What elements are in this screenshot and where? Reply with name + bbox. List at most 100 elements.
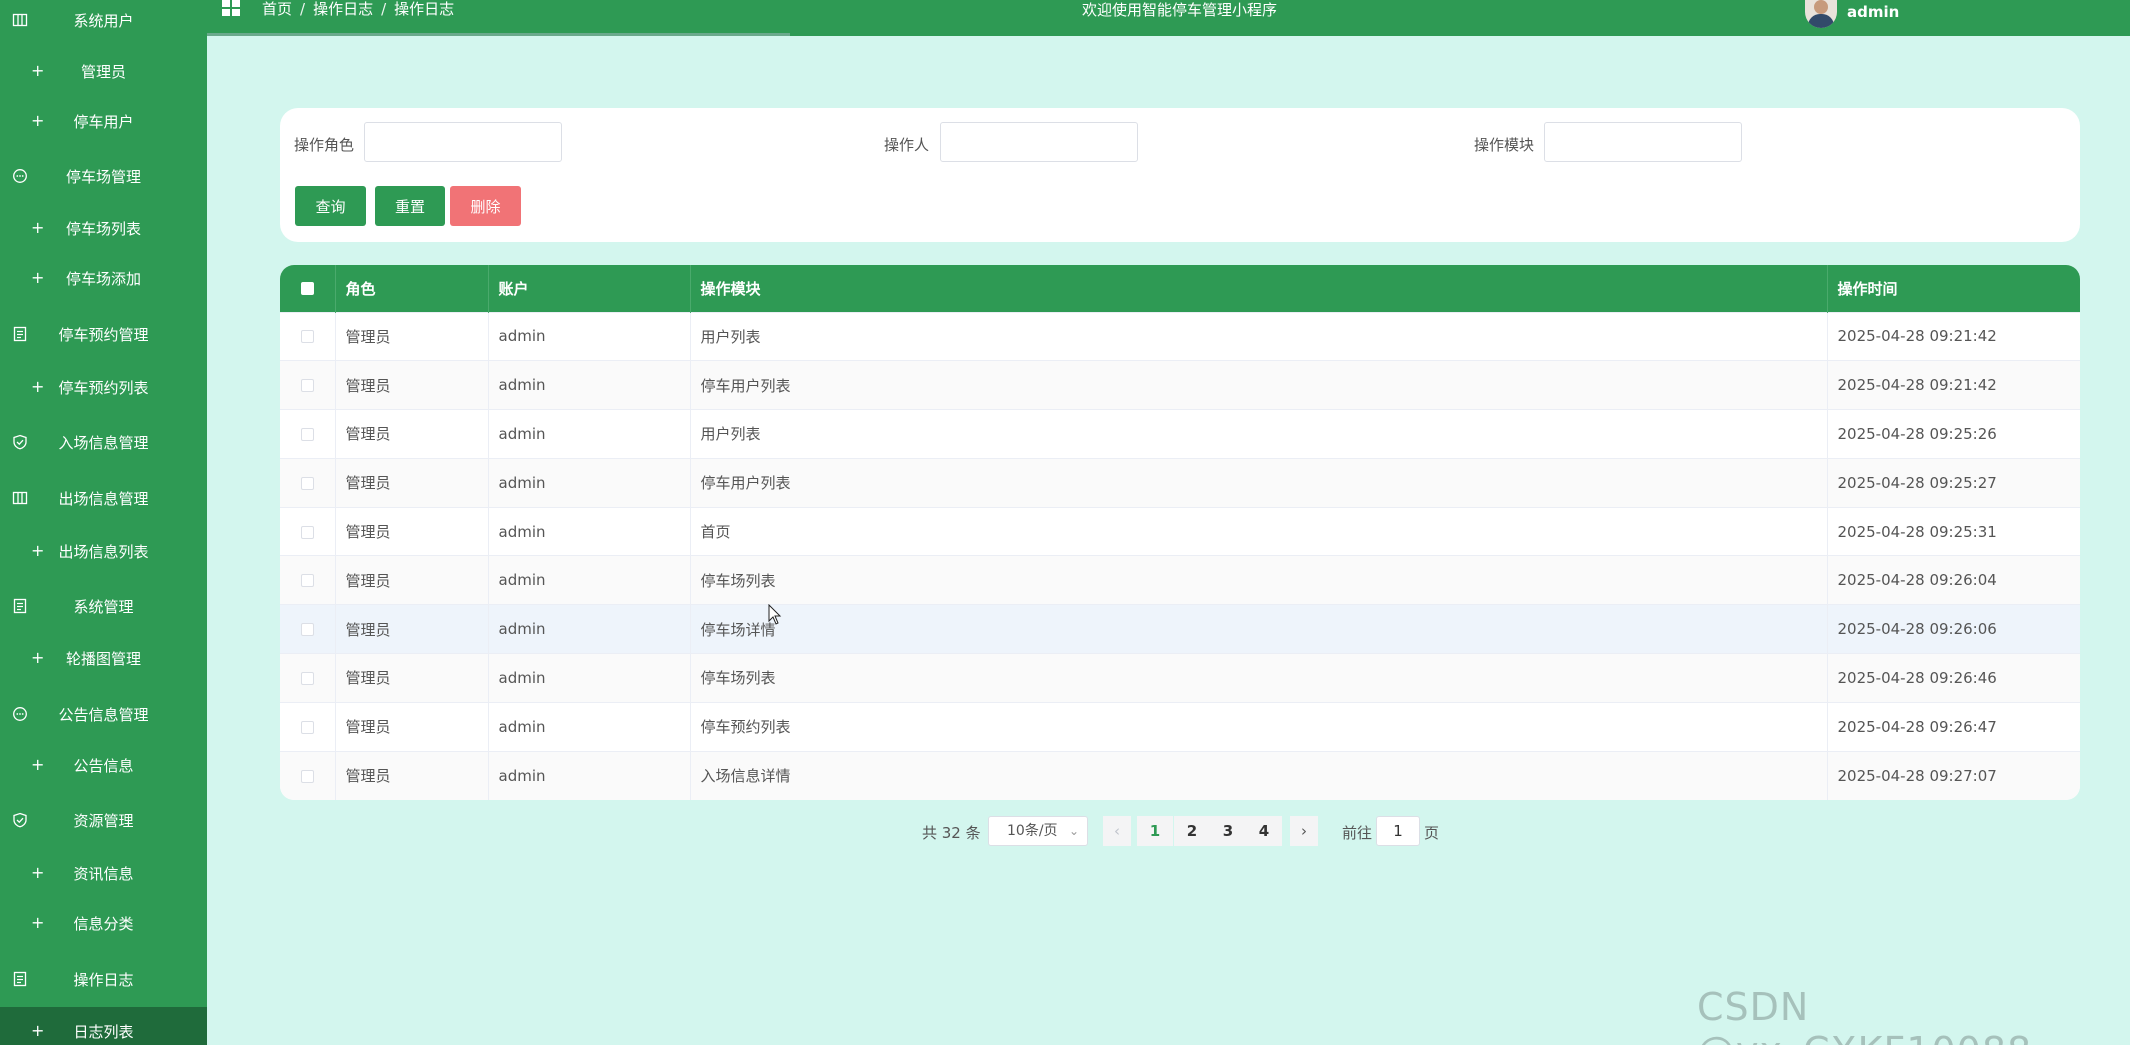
table-row[interactable]: 管理员 admin 停车预约列表 2025-04-28 09:26:47: [280, 701, 2080, 752]
delete-button[interactable]: 删除: [450, 186, 521, 226]
prev-page-button[interactable]: ‹: [1103, 816, 1131, 846]
sidebar-item[interactable]: + 停车场添加: [0, 254, 207, 302]
row-checkbox[interactable]: [300, 720, 314, 734]
time-cell: 2025-04-28 09:26:47: [1827, 701, 2080, 752]
row-select-cell: [280, 506, 336, 556]
account-cell: admin: [488, 750, 691, 800]
breadcrumb-log[interactable]: 操作日志: [313, 0, 373, 18]
sidebar-item[interactable]: 停车场管理: [0, 152, 207, 200]
pagination: 共 32 条 10条/页 ⌄ ‹ 1 2 3 4 › 前往 1 页: [0, 816, 2130, 846]
table-row[interactable]: 管理员 admin 停车用户列表 2025-04-28 09:21:42: [280, 360, 2080, 410]
topbar: 首页 / 操作日志 / 操作日志 欢迎使用智能停车管理小程序 admin: [207, 0, 2130, 36]
column-header-module[interactable]: 操作模块: [690, 265, 1828, 312]
reset-button[interactable]: 重置: [375, 186, 445, 226]
table-row[interactable]: 管理员 admin 入场信息详情 2025-04-28 09:27:07: [280, 750, 2080, 800]
role-cell: 管理员: [335, 311, 489, 361]
page-button-2[interactable]: 2: [1174, 816, 1210, 846]
sidebar-item-label: 日志列表: [73, 1022, 134, 1041]
sidebar-item-label: 出场信息列表: [58, 542, 149, 561]
time-cell: 2025-04-28 09:21:42: [1827, 311, 2080, 361]
sidebar-item-label: 停车场添加: [65, 269, 141, 288]
sidebar-item-label: 停车场列表: [65, 219, 141, 238]
tab-indicator: [207, 33, 790, 36]
table-row[interactable]: 管理员 admin 停车场列表 2025-04-28 09:26:46: [280, 653, 2080, 703]
role-input[interactable]: [364, 122, 562, 162]
column-header-account[interactable]: 账户: [488, 265, 691, 312]
time-cell: 2025-04-28 09:27:07: [1827, 750, 2080, 800]
sidebar-item-label: 入场信息管理: [58, 433, 149, 452]
row-checkbox[interactable]: [300, 623, 314, 637]
avatar-head: [1814, 0, 1828, 14]
sidebar-item[interactable]: + 日志列表: [0, 1007, 207, 1045]
sidebar-item[interactable]: + 出场信息列表: [0, 527, 207, 575]
goto-page-input[interactable]: 1: [1376, 816, 1420, 846]
sidebar-item[interactable]: + 信息分类: [0, 899, 207, 947]
page-button-3[interactable]: 3: [1210, 816, 1246, 846]
account-cell: admin: [488, 409, 691, 459]
row-select-cell: [280, 653, 336, 703]
role-cell: 管理员: [335, 409, 489, 459]
column-header-role[interactable]: 角色: [335, 265, 489, 312]
row-checkbox[interactable]: [300, 379, 314, 393]
watermark: CSDN @vx_CXKF10088: [1697, 985, 2031, 1045]
role-cell: 管理员: [335, 701, 489, 752]
row-checkbox[interactable]: [300, 574, 314, 588]
grid-menu-icon[interactable]: [221, 0, 241, 18]
username[interactable]: admin: [1847, 3, 1899, 21]
module-input[interactable]: [1544, 122, 1742, 162]
module-cell: 停车用户列表: [690, 457, 1828, 508]
time-cell: 2025-04-28 09:25:27: [1827, 457, 2080, 508]
operator-input[interactable]: [940, 122, 1138, 162]
row-select-cell: [280, 409, 336, 459]
sidebar-item[interactable]: 公告信息管理: [0, 690, 207, 738]
column-header-time[interactable]: 操作时间: [1827, 265, 2080, 312]
query-button[interactable]: 查询: [295, 186, 366, 226]
role-label: 操作角色: [294, 136, 355, 154]
table-row[interactable]: 管理员 admin 停车用户列表 2025-04-28 09:25:27: [280, 457, 2080, 508]
table-row[interactable]: 管理员 admin 用户列表 2025-04-28 09:21:42: [280, 311, 2080, 361]
welcome-text: 欢迎使用智能停车管理小程序: [1082, 1, 1278, 19]
account-cell: admin: [488, 604, 691, 654]
next-page-button[interactable]: ›: [1290, 816, 1318, 846]
sidebar-item[interactable]: + 管理员: [0, 47, 207, 95]
breadcrumb-home[interactable]: 首页: [262, 0, 292, 18]
row-select-cell: [280, 311, 336, 361]
sidebar-item-label: 停车场管理: [65, 167, 141, 186]
sidebar-item[interactable]: 系统用户: [0, 0, 207, 44]
role-cell: 管理员: [335, 506, 489, 556]
table-row[interactable]: 管理员 admin 停车场列表 2025-04-28 09:26:04: [280, 555, 2080, 605]
select-all-checkbox[interactable]: [300, 282, 314, 296]
sidebar-item[interactable]: 入场信息管理: [0, 418, 207, 466]
mouse-cursor-icon: [768, 604, 782, 625]
row-checkbox[interactable]: [300, 671, 314, 685]
table-row[interactable]: 管理员 admin 用户列表 2025-04-28 09:25:26: [280, 409, 2080, 459]
row-checkbox[interactable]: [300, 769, 314, 783]
avatar[interactable]: [1805, 0, 1837, 28]
table-row[interactable]: 管理员 admin 首页 2025-04-28 09:25:31: [280, 506, 2080, 556]
row-checkbox[interactable]: [300, 476, 314, 490]
time-cell: 2025-04-28 09:26:04: [1827, 555, 2080, 605]
sidebar-item[interactable]: 操作日志: [0, 955, 207, 1003]
row-select-cell: [280, 604, 336, 654]
page-button-4[interactable]: 4: [1246, 816, 1282, 846]
sidebar-item[interactable]: + 停车预约列表: [0, 363, 207, 411]
sidebar-item-label: 管理员: [80, 62, 126, 81]
sidebar-item[interactable]: 停车预约管理: [0, 310, 207, 358]
table-row[interactable]: 管理员 admin 停车场详情 2025-04-28 09:26:06: [280, 604, 2080, 654]
page-size-select[interactable]: 10条/页 ⌄: [988, 816, 1088, 846]
module-cell: 用户列表: [690, 311, 1828, 361]
sidebar-item[interactable]: 出场信息管理: [0, 474, 207, 522]
sidebar-item-label: 轮播图管理: [65, 649, 141, 668]
row-checkbox[interactable]: [300, 330, 314, 344]
module-cell: 用户列表: [690, 409, 1828, 459]
row-checkbox[interactable]: [300, 525, 314, 539]
page-button-1[interactable]: 1: [1137, 816, 1173, 846]
sidebar-item[interactable]: + 公告信息: [0, 741, 207, 789]
sidebar-item[interactable]: + 停车用户: [0, 97, 207, 145]
sidebar-item[interactable]: + 资讯信息: [0, 849, 207, 897]
sidebar-item[interactable]: 系统管理: [0, 582, 207, 630]
sidebar-item[interactable]: + 轮播图管理: [0, 634, 207, 682]
row-checkbox[interactable]: [300, 427, 314, 441]
sidebar-item[interactable]: + 停车场列表: [0, 204, 207, 252]
account-cell: admin: [488, 653, 691, 703]
